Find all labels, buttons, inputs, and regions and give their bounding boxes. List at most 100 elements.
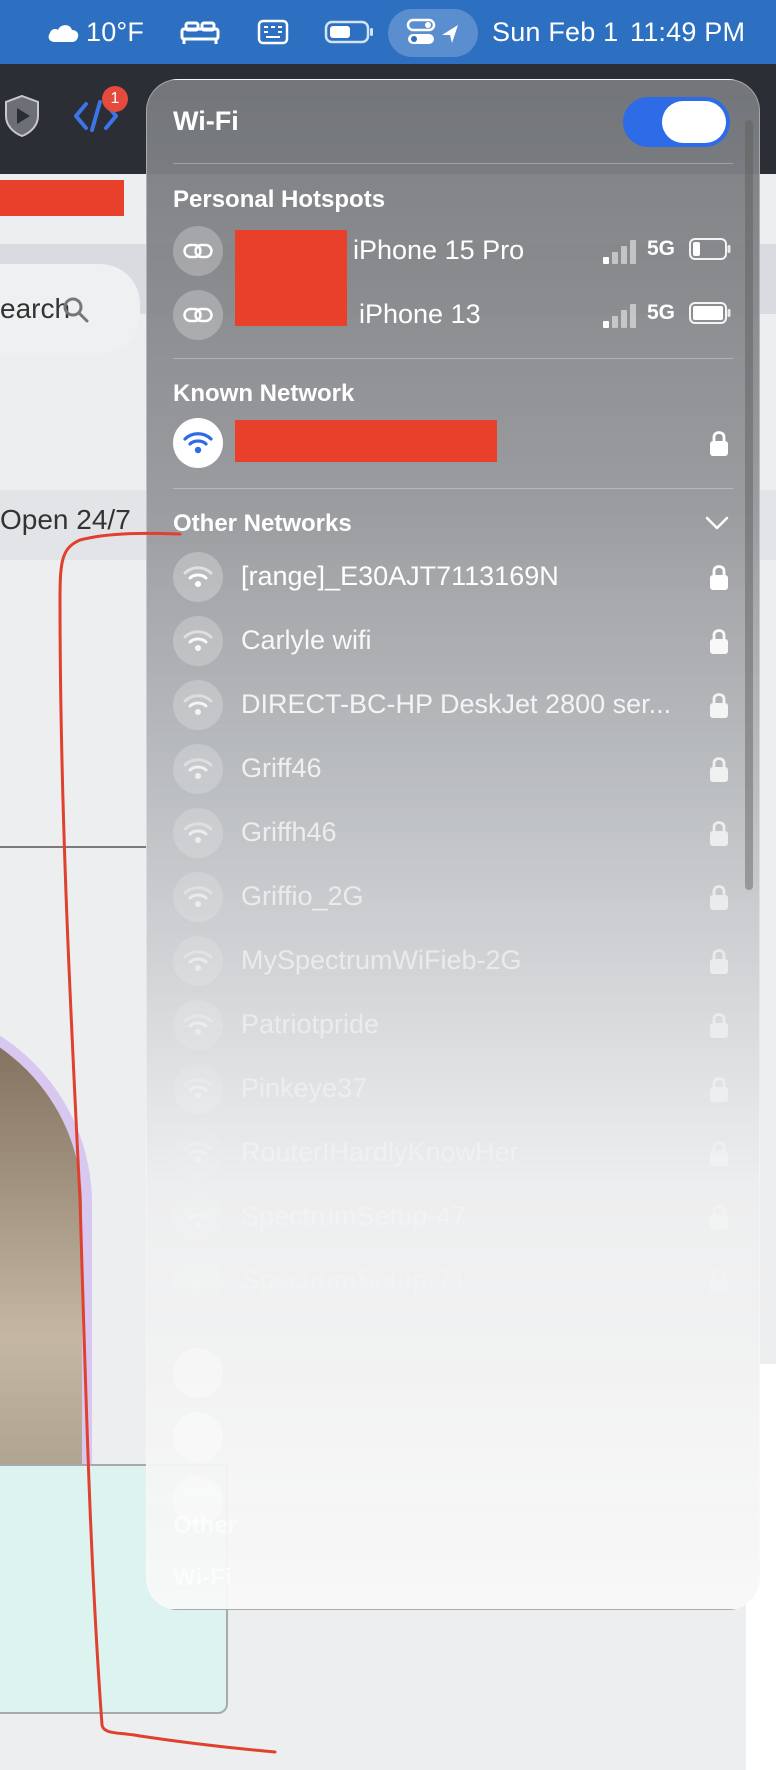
network-name: RouterIHardlyKnowHer (241, 1137, 519, 1167)
network-row[interactable]: Griffio_2G (173, 866, 733, 926)
wifi-icon (173, 744, 223, 794)
lock-icon (710, 1077, 728, 1102)
redacted-network-name (235, 420, 497, 462)
network-name: Griffh46 (241, 817, 337, 847)
known-network-row[interactable] (173, 412, 733, 472)
network-row[interactable]: MySpectrumWiFieb-2G (173, 930, 733, 990)
network-type: 5G (647, 237, 676, 260)
menubar-weather[interactable]: 10°F (46, 0, 144, 64)
time-text: 11:49 PM (630, 16, 746, 47)
hotspot-row[interactable]: iPhone 13 5G (173, 284, 733, 344)
search-icon (63, 297, 89, 323)
notification-badge: 1 (102, 86, 128, 112)
keyboard-viewer-icon[interactable] (257, 0, 289, 64)
divider (173, 163, 733, 164)
lock-icon (710, 1013, 728, 1038)
chevron-down-icon[interactable] (703, 509, 731, 537)
lock-icon (710, 885, 728, 910)
lock-icon (710, 629, 728, 654)
scrollbar[interactable] (745, 120, 753, 890)
wifi-icon (173, 1000, 223, 1050)
search-bar[interactable]: earch (0, 264, 140, 354)
wifi-connected-icon (173, 418, 223, 468)
wifi-toggle[interactable] (623, 97, 730, 147)
lock-icon (710, 565, 728, 590)
wifi-icon (173, 872, 223, 922)
lock-icon (710, 1141, 728, 1166)
network-name: Patriotpride (241, 1009, 380, 1039)
shield-extension-icon[interactable] (2, 94, 42, 138)
notification-count: 1 (110, 90, 120, 107)
network-type: 5G (647, 301, 676, 324)
wifi-panel: Wi-Fi Personal Hotspots iPhone 15 Pro 5G… (146, 79, 760, 1610)
weather-temp: 10°F (86, 16, 145, 47)
divider-line (0, 846, 150, 848)
menu-bar: 10°F Sun Feb 1 11:49 PM (0, 0, 776, 64)
divider (173, 488, 733, 489)
menubar-date[interactable]: Sun Feb 1 (492, 0, 618, 64)
toggle-knob (662, 101, 726, 143)
search-label: earch (0, 293, 71, 324)
hotspot-row[interactable]: iPhone 15 Pro 5G (173, 220, 733, 326)
wifi-icon (173, 808, 223, 858)
link-icon (173, 226, 223, 276)
wifi-icon (173, 936, 223, 986)
network-row[interactable]: SpectrumSetup-71 (173, 1250, 733, 1310)
network-name: DIRECT-BC-HP DeskJet 2800 ser... (241, 689, 672, 719)
lock-icon (710, 693, 728, 718)
wifi-icon (173, 616, 223, 666)
wifi-icon (173, 552, 223, 602)
network-row[interactable]: Pinkeye37 (173, 1058, 733, 1118)
link-icon (173, 290, 223, 340)
lock-icon (710, 431, 728, 456)
wifi-settings-link[interactable]: Wi-Fi (173, 1564, 231, 1592)
hotspot-name: iPhone 15 Pro (353, 235, 525, 265)
other-network-option[interactable]: Other (173, 1512, 237, 1540)
section-other: Other Networks (173, 510, 352, 537)
cloud-icon (48, 25, 79, 42)
network-row[interactable]: [range]_E30AJT7113169N (173, 546, 733, 606)
wifi-icon (173, 1256, 223, 1306)
network-row[interactable]: Griffh46 (173, 802, 733, 862)
network-row[interactable]: Patriotpride (173, 994, 733, 1054)
bed-icon[interactable] (180, 0, 220, 64)
lock-icon (710, 757, 728, 782)
redacted-block (0, 180, 124, 216)
network-name: SpectrumSetup-71 (241, 1265, 467, 1295)
network-name: MySpectrumWiFieb-2G (241, 945, 522, 975)
section-known: Known Network (173, 380, 355, 407)
wifi-icon (173, 1128, 223, 1178)
section-hotspots: Personal Hotspots (173, 186, 386, 213)
menubar-clock[interactable]: 11:49 PM (630, 0, 745, 64)
lock-icon (710, 1269, 728, 1294)
control-center-icon (406, 0, 462, 64)
wifi-icon (173, 1192, 223, 1242)
open-hours-text: Open 24/7 (0, 504, 131, 535)
network-name: SpectrumSetup-47 (241, 1201, 467, 1231)
date-text: Sun Feb 1 (492, 16, 619, 47)
network-row[interactable]: Griff46 (173, 738, 733, 798)
battery-icon (689, 302, 731, 324)
panel-title: Wi-Fi (173, 106, 239, 136)
network-name: Carlyle wifi (241, 625, 372, 655)
lock-icon (710, 821, 728, 846)
network-name: Pinkeye37 (241, 1073, 368, 1103)
network-name: Griffio_2G (241, 881, 364, 911)
network-row[interactable]: Carlyle wifi (173, 610, 733, 670)
signal-bars-icon (603, 240, 636, 264)
wifi-icon (173, 1064, 223, 1114)
lock-icon (710, 949, 728, 974)
network-row[interactable]: RouterIHardlyKnowHer (173, 1122, 733, 1182)
signal-bars-icon (603, 304, 636, 328)
lock-icon (710, 1205, 728, 1230)
network-row[interactable]: DIRECT-BC-HP DeskJet 2800 ser... (173, 674, 733, 734)
battery-icon[interactable] (324, 0, 374, 64)
hotspot-name: iPhone 13 (359, 299, 481, 329)
network-name: Griff46 (241, 753, 322, 783)
wifi-icon (173, 1348, 223, 1398)
wifi-icon (173, 680, 223, 730)
wifi-icon (173, 1412, 223, 1462)
network-row[interactable]: SpectrumSetup-47 (173, 1186, 733, 1246)
divider (173, 358, 733, 359)
battery-icon (689, 238, 731, 260)
